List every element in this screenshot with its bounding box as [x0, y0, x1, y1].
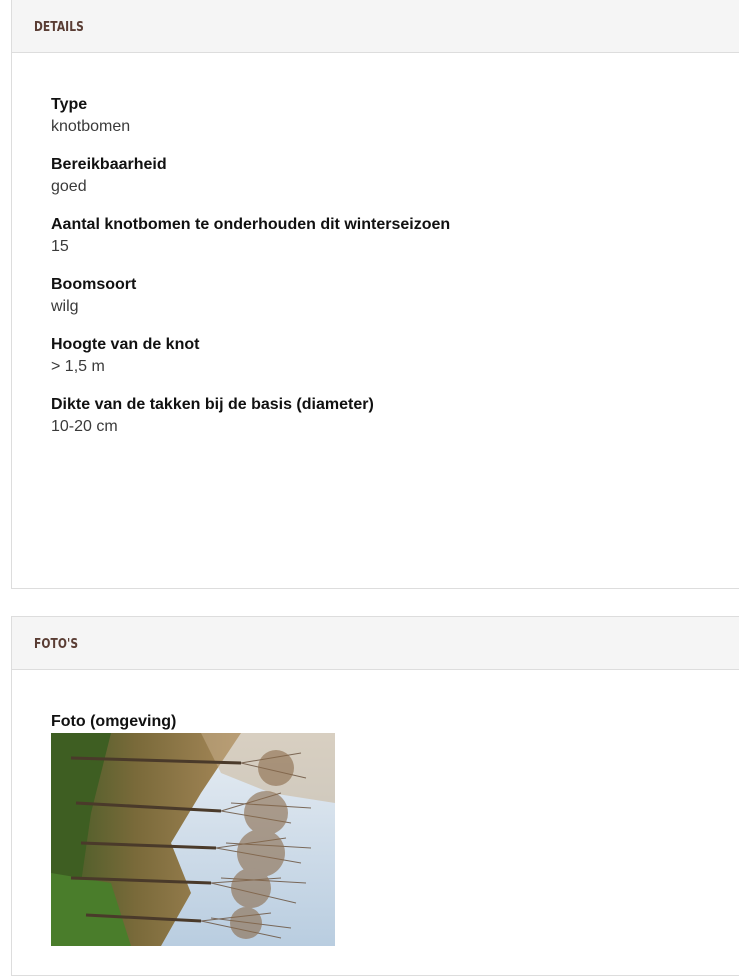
field-label: Hoogte van de knot	[51, 336, 200, 353]
field-value: wilg	[51, 298, 79, 315]
field-hoogte-knot: Hoogte van de knot > 1,5 m	[51, 335, 739, 377]
field-label: Boomsoort	[51, 276, 137, 293]
field-type: Type knotbomen	[51, 95, 739, 137]
details-title: DETAILS	[34, 20, 84, 35]
field-boomsoort: Boomsoort wilg	[51, 275, 739, 317]
field-label: Aantal knotbomen te onderhouden dit wint…	[51, 216, 451, 233]
photos-title: FOTO'S	[34, 637, 79, 652]
details-body: Type knotbomen Bereikbaarheid goed Aanta…	[12, 53, 739, 437]
details-panel: DETAILS Type knotbomen Bereikbaarheid go…	[11, 0, 739, 589]
photos-panel: FOTO'S Foto (omgeving)	[11, 616, 739, 976]
field-label: Bereikbaarheid	[51, 156, 167, 173]
field-value: knotbomen	[51, 118, 131, 135]
details-header: DETAILS	[12, 0, 739, 53]
field-value: > 1,5 m	[51, 358, 105, 375]
field-dikte-takken: Dikte van de takken bij de basis (diamet…	[51, 395, 739, 437]
field-value: 10-20 cm	[51, 418, 118, 435]
field-value: 15	[51, 238, 69, 255]
field-aantal-knotbomen: Aantal knotbomen te onderhouden dit wint…	[51, 215, 739, 257]
photos-header: FOTO'S	[12, 617, 739, 670]
field-value: goed	[51, 178, 87, 195]
field-label: Type	[51, 96, 88, 113]
photo-omgeving[interactable]	[51, 733, 335, 946]
field-bereikbaarheid: Bereikbaarheid goed	[51, 155, 739, 197]
field-label: Dikte van de takken bij de basis (diamet…	[51, 396, 374, 413]
photo-label: Foto (omgeving)	[51, 713, 177, 730]
photos-body: Foto (omgeving)	[12, 670, 739, 946]
